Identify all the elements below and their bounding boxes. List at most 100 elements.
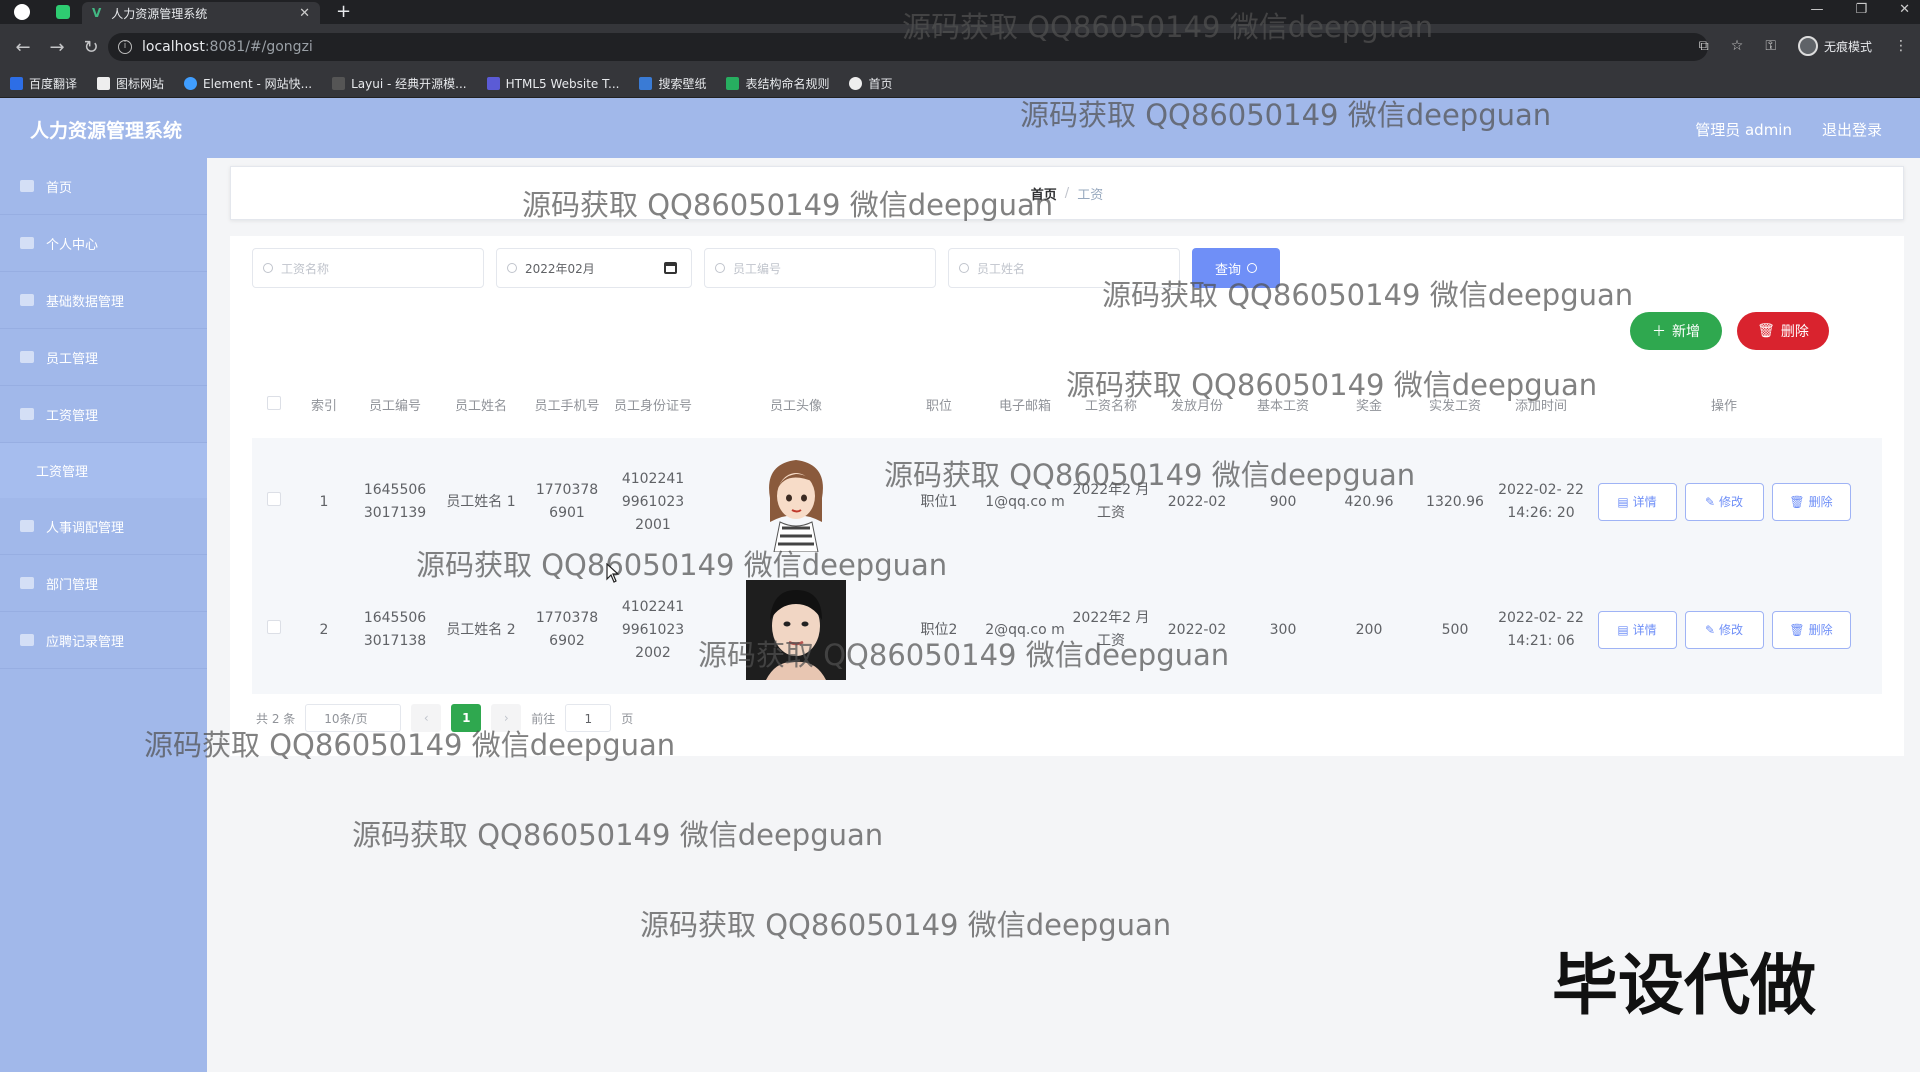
- sidebar-item-basic-data[interactable]: 基础数据管理: [0, 272, 207, 329]
- bookmark-item[interactable]: 搜索壁纸: [639, 75, 706, 92]
- incognito-label: 无痕模式: [1823, 39, 1872, 54]
- bookmark-item[interactable]: 图标网站: [97, 75, 164, 92]
- cell-position: 职位2: [920, 621, 958, 638]
- key-icon[interactable]: ⚿: [1765, 38, 1776, 54]
- sidebar-item-departments[interactable]: 部门管理: [0, 555, 207, 612]
- browser-menu-icon[interactable]: [14, 4, 30, 20]
- reload-icon[interactable]: ↻: [80, 37, 102, 58]
- bookmark-label: Element - 网站快...: [203, 77, 313, 91]
- sidebar-item-home[interactable]: 首页: [0, 158, 207, 215]
- app-header: 人力资源管理系统 管理员 admin 退出登录: [0, 98, 1920, 158]
- sidebar-item-label: 员工管理: [46, 351, 99, 367]
- sidebar-item-salary[interactable]: 工资管理: [0, 386, 207, 443]
- application-icon: [20, 634, 34, 646]
- cartoon-avatar-image: [769, 460, 823, 553]
- bookmark-label: 首页: [868, 77, 893, 91]
- bookmark-item[interactable]: HTML5 Website T...: [486, 77, 619, 91]
- row-checkbox[interactable]: [252, 619, 296, 642]
- sidebar-item-label: 基础数据管理: [46, 294, 125, 310]
- cell-email: 2@qq.co m: [985, 621, 1065, 638]
- employee-no-input[interactable]: 员工编号: [704, 248, 936, 288]
- minimize-icon[interactable]: —: [1810, 2, 1823, 17]
- salary-name-input[interactable]: 工资名称: [252, 248, 484, 288]
- header-cell: 职位: [925, 398, 952, 414]
- bookmark-item[interactable]: Layui - 经典开源模...: [332, 75, 467, 92]
- main-content: 工资名称 2022年02月 员工编号 员工姓名 查询 ＋新增 🗑 删除 索引 员工…: [230, 236, 1904, 756]
- calendar-icon[interactable]: [664, 262, 677, 274]
- sidebar-item-transfers[interactable]: 人事调配管理: [0, 498, 207, 555]
- sidebar-item-employees[interactable]: 员工管理: [0, 329, 207, 386]
- restore-icon[interactable]: ❐: [1855, 2, 1867, 17]
- browser-tab-active[interactable]: V 人力资源管理系统 ✕: [82, 2, 320, 24]
- header-cell: 工资名称: [1084, 398, 1137, 414]
- table-header: 索引 员工编号 员工姓名 员工手机号 员工身份证号 员工头像 职位 电子邮箱 工…: [252, 374, 1882, 438]
- page-number-current[interactable]: 1: [451, 704, 482, 732]
- page-size-select[interactable]: 10条/页: [305, 704, 402, 732]
- url-path: :8081/#/gongzi: [204, 39, 313, 55]
- sidebar-item-profile[interactable]: 个人中心: [0, 215, 207, 272]
- logout-link[interactable]: 退出登录: [1822, 119, 1882, 140]
- cell-salary-name: 2022年2 月工资: [1072, 610, 1150, 649]
- goto-page-input[interactable]: 1: [565, 704, 612, 732]
- avatar: [746, 580, 846, 680]
- sidebar-item-applications[interactable]: 应聘记录管理: [0, 612, 207, 669]
- tab-close-icon[interactable]: ✕: [299, 6, 310, 21]
- sidebar-item-label: 首页: [46, 180, 73, 196]
- wallpaper-icon: [639, 77, 653, 90]
- back-icon[interactable]: ←: [12, 37, 34, 58]
- sidebar-item-label: 应聘记录管理: [46, 634, 125, 650]
- forward-icon[interactable]: →: [46, 37, 68, 58]
- next-page-icon[interactable]: ›: [491, 704, 522, 732]
- employee-name-input[interactable]: 员工姓名: [948, 248, 1180, 288]
- trash-icon: 🗑: [1789, 622, 1805, 637]
- sidebar-subitem-salary[interactable]: 工资管理: [0, 443, 207, 498]
- new-tab-icon[interactable]: +: [336, 1, 351, 22]
- detail-button[interactable]: ▤ 详情: [1597, 483, 1677, 521]
- incognito-icon: [1797, 36, 1818, 56]
- cell-emp-no: 1645506 3017139: [363, 482, 427, 521]
- incognito-badge[interactable]: 无痕模式: [1797, 36, 1872, 56]
- checkbox-box: [267, 395, 281, 410]
- edit-button[interactable]: ✎ 修改: [1684, 611, 1764, 649]
- bookmark-item[interactable]: 首页: [849, 75, 893, 92]
- detail-button[interactable]: ▤ 详情: [1597, 611, 1677, 649]
- sidebar-item-label: 工资管理: [46, 408, 99, 424]
- cell-emp-name: 员工姓名 2: [446, 621, 516, 638]
- watermark-text: 源码获取 QQ86050149 微信deepguan: [352, 818, 884, 852]
- header-cell: 实发工资: [1428, 398, 1481, 414]
- delete-button[interactable]: 🗑 删除: [1771, 483, 1851, 521]
- cell-emp-name: 员工姓名 1: [446, 493, 516, 510]
- header-cell: 员工手机号: [534, 398, 600, 414]
- select-all-checkbox[interactable]: [252, 395, 296, 418]
- bookmark-item[interactable]: 表结构命名规则: [726, 75, 829, 92]
- breadcrumb-home[interactable]: 首页: [1031, 184, 1057, 203]
- url-input[interactable]: i localhost:8081/#/gongzi: [108, 33, 1708, 61]
- app-title: 人力资源管理系统: [30, 120, 183, 142]
- edit-button[interactable]: ✎ 修改: [1684, 483, 1764, 521]
- pinned-tab-icon[interactable]: [56, 5, 70, 19]
- employee-icon: [20, 351, 34, 363]
- placeholder: 员工编号: [733, 261, 782, 276]
- query-button[interactable]: 查询: [1192, 248, 1280, 288]
- bookmark-item[interactable]: Element - 网站快...: [184, 75, 312, 92]
- document-icon: ▤: [1617, 622, 1629, 637]
- month-picker[interactable]: 2022年02月: [496, 248, 692, 288]
- site-info-icon[interactable]: i: [118, 40, 132, 54]
- department-icon: [20, 577, 34, 589]
- close-window-icon[interactable]: ✕: [1899, 2, 1910, 17]
- window-controls: — ❐ ✕: [1810, 2, 1910, 17]
- cell-salary-name: 2022年2 月工资: [1072, 482, 1150, 521]
- bookmark-star-icon[interactable]: ☆: [1731, 38, 1744, 54]
- browser-menu-dots-icon[interactable]: ⋮: [1894, 38, 1908, 54]
- row-checkbox[interactable]: [252, 491, 296, 514]
- prev-page-icon[interactable]: ‹: [411, 704, 442, 732]
- add-button[interactable]: ＋ 新增: [1630, 312, 1722, 350]
- user-icon: [20, 237, 34, 249]
- breadcrumb-current: 工资: [1077, 187, 1104, 203]
- trash-icon: 🗑: [1757, 323, 1775, 339]
- bookmark-item[interactable]: 百度翻译: [10, 75, 77, 92]
- delete-button[interactable]: 🗑 删除: [1771, 611, 1851, 649]
- placeholder: 员工姓名: [977, 261, 1026, 276]
- translate-icon[interactable]: ⧉: [1699, 38, 1709, 54]
- batch-delete-button[interactable]: 🗑 删除: [1737, 312, 1829, 350]
